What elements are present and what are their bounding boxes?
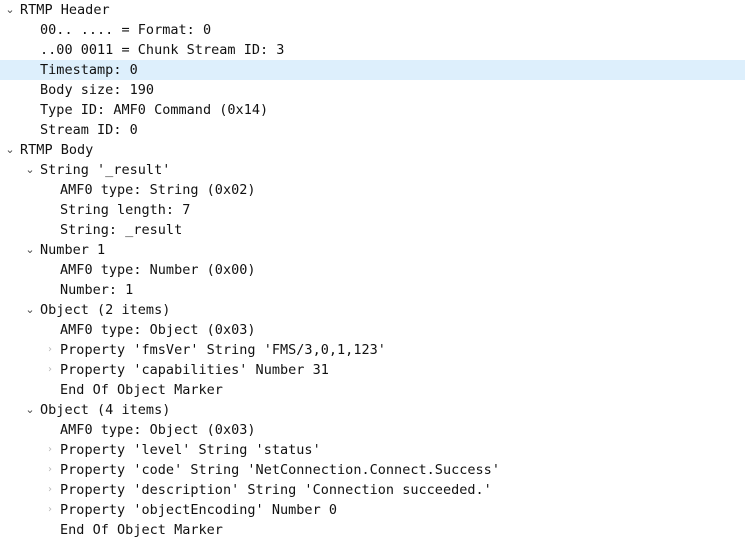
tree-row-label: Object (4 items) bbox=[40, 402, 171, 418]
tree-row[interactable]: End Of Object Marker bbox=[0, 520, 745, 540]
tree-row[interactable]: Stream ID: 0 bbox=[0, 120, 745, 140]
tree-row[interactable]: ..00 0011 = Chunk Stream ID: 3 bbox=[0, 40, 745, 60]
tree-row[interactable]: Body size: 190 bbox=[0, 80, 745, 100]
tree-row-label: AMF0 type: Object (0x03) bbox=[60, 322, 256, 338]
chevron-down-icon[interactable]: ⌄ bbox=[23, 160, 37, 180]
tree-row-label: AMF0 type: Number (0x00) bbox=[60, 262, 256, 278]
tree-row-label: Property 'code' String 'NetConnection.Co… bbox=[60, 462, 500, 478]
tree-row-label: Property 'level' String 'status' bbox=[60, 442, 321, 458]
chevron-down-icon[interactable]: ⌄ bbox=[3, 140, 17, 160]
tree-row-label: Number: 1 bbox=[60, 282, 134, 298]
tree-row-label: Number 1 bbox=[40, 242, 106, 258]
tree-row[interactable]: ⌄ Object (4 items) bbox=[0, 400, 745, 420]
chevron-right-icon[interactable]: › bbox=[43, 480, 57, 500]
tree-row-label: String '_result' bbox=[40, 162, 171, 178]
chevron-right-icon[interactable]: › bbox=[43, 340, 57, 360]
tree-row-label: Body size: 190 bbox=[40, 82, 155, 98]
tree-row[interactable]: AMF0 type: Object (0x03) bbox=[0, 420, 745, 440]
tree-row-label: Stream ID: 0 bbox=[40, 122, 138, 138]
tree-row[interactable]: AMF0 type: Object (0x03) bbox=[0, 320, 745, 340]
tree-row[interactable]: String: _result bbox=[0, 220, 745, 240]
tree-row[interactable]: Timestamp: 0 bbox=[0, 60, 745, 80]
tree-row[interactable]: ⌄ String '_result' bbox=[0, 160, 745, 180]
packet-detail-tree[interactable]: ⌄ RTMP Header 00.. .... = Format: 0 ..00 00… bbox=[0, 0, 745, 538]
chevron-down-icon[interactable]: ⌄ bbox=[23, 300, 37, 320]
tree-row[interactable]: String length: 7 bbox=[0, 200, 745, 220]
tree-row[interactable]: ⌄ RTMP Body bbox=[0, 140, 745, 160]
tree-row[interactable]: End Of Object Marker bbox=[0, 380, 745, 400]
chevron-down-icon[interactable]: ⌄ bbox=[3, 0, 17, 20]
tree-row[interactable]: Type ID: AMF0 Command (0x14) bbox=[0, 100, 745, 120]
tree-row-label: Property 'fmsVer' String 'FMS/3,0,1,123' bbox=[60, 342, 386, 358]
tree-row[interactable]: ⌄ RTMP Header bbox=[0, 0, 745, 20]
tree-row-label: End Of Object Marker bbox=[60, 382, 223, 398]
tree-row[interactable]: › Property 'description' String 'Connecti… bbox=[0, 480, 745, 500]
tree-row-label: ..00 0011 = Chunk Stream ID: 3 bbox=[40, 42, 285, 58]
tree-row[interactable]: › Property 'code' String 'NetConnection.C… bbox=[0, 460, 745, 480]
tree-row[interactable]: AMF0 type: Number (0x00) bbox=[0, 260, 745, 280]
chevron-right-icon[interactable]: › bbox=[43, 460, 57, 480]
tree-row-label: Type ID: AMF0 Command (0x14) bbox=[40, 102, 269, 118]
tree-row-label: RTMP Body bbox=[20, 142, 94, 158]
tree-row-label: AMF0 type: String (0x02) bbox=[60, 182, 256, 198]
chevron-right-icon[interactable]: › bbox=[43, 500, 57, 520]
tree-row-label: Property 'capabilities' Number 31 bbox=[60, 362, 329, 378]
tree-row-label: Property 'objectEncoding' Number 0 bbox=[60, 502, 338, 518]
tree-row-label: Timestamp: 0 bbox=[40, 62, 138, 78]
tree-row-label: AMF0 type: Object (0x03) bbox=[60, 422, 256, 438]
tree-row[interactable]: › Property 'objectEncoding' Number 0 bbox=[0, 500, 745, 520]
tree-row[interactable]: AMF0 type: String (0x02) bbox=[0, 180, 745, 200]
tree-row-label: Property 'description' String 'Connectio… bbox=[60, 482, 492, 498]
chevron-right-icon[interactable]: › bbox=[43, 440, 57, 460]
tree-row[interactable]: › Property 'level' String 'status' bbox=[0, 440, 745, 460]
tree-row-label: End Of Object Marker bbox=[60, 522, 223, 538]
tree-row-label: 00.. .... = Format: 0 bbox=[40, 22, 212, 38]
tree-row[interactable]: 00.. .... = Format: 0 bbox=[0, 20, 745, 40]
tree-row[interactable]: ⌄ Number 1 bbox=[0, 240, 745, 260]
tree-row-label: Object (2 items) bbox=[40, 302, 171, 318]
tree-row[interactable]: › Property 'fmsVer' String 'FMS/3,0,1,123… bbox=[0, 340, 745, 360]
chevron-right-icon[interactable]: › bbox=[43, 360, 57, 380]
tree-row[interactable]: Number: 1 bbox=[0, 280, 745, 300]
chevron-down-icon[interactable]: ⌄ bbox=[23, 400, 37, 420]
tree-row-label: String: _result bbox=[60, 222, 183, 238]
chevron-down-icon[interactable]: ⌄ bbox=[23, 240, 37, 260]
tree-row-label: RTMP Header bbox=[20, 2, 110, 18]
tree-row[interactable]: › Property 'capabilities' Number 31 bbox=[0, 360, 745, 380]
tree-row-label: String length: 7 bbox=[60, 202, 191, 218]
tree-row[interactable]: ⌄ Object (2 items) bbox=[0, 300, 745, 320]
